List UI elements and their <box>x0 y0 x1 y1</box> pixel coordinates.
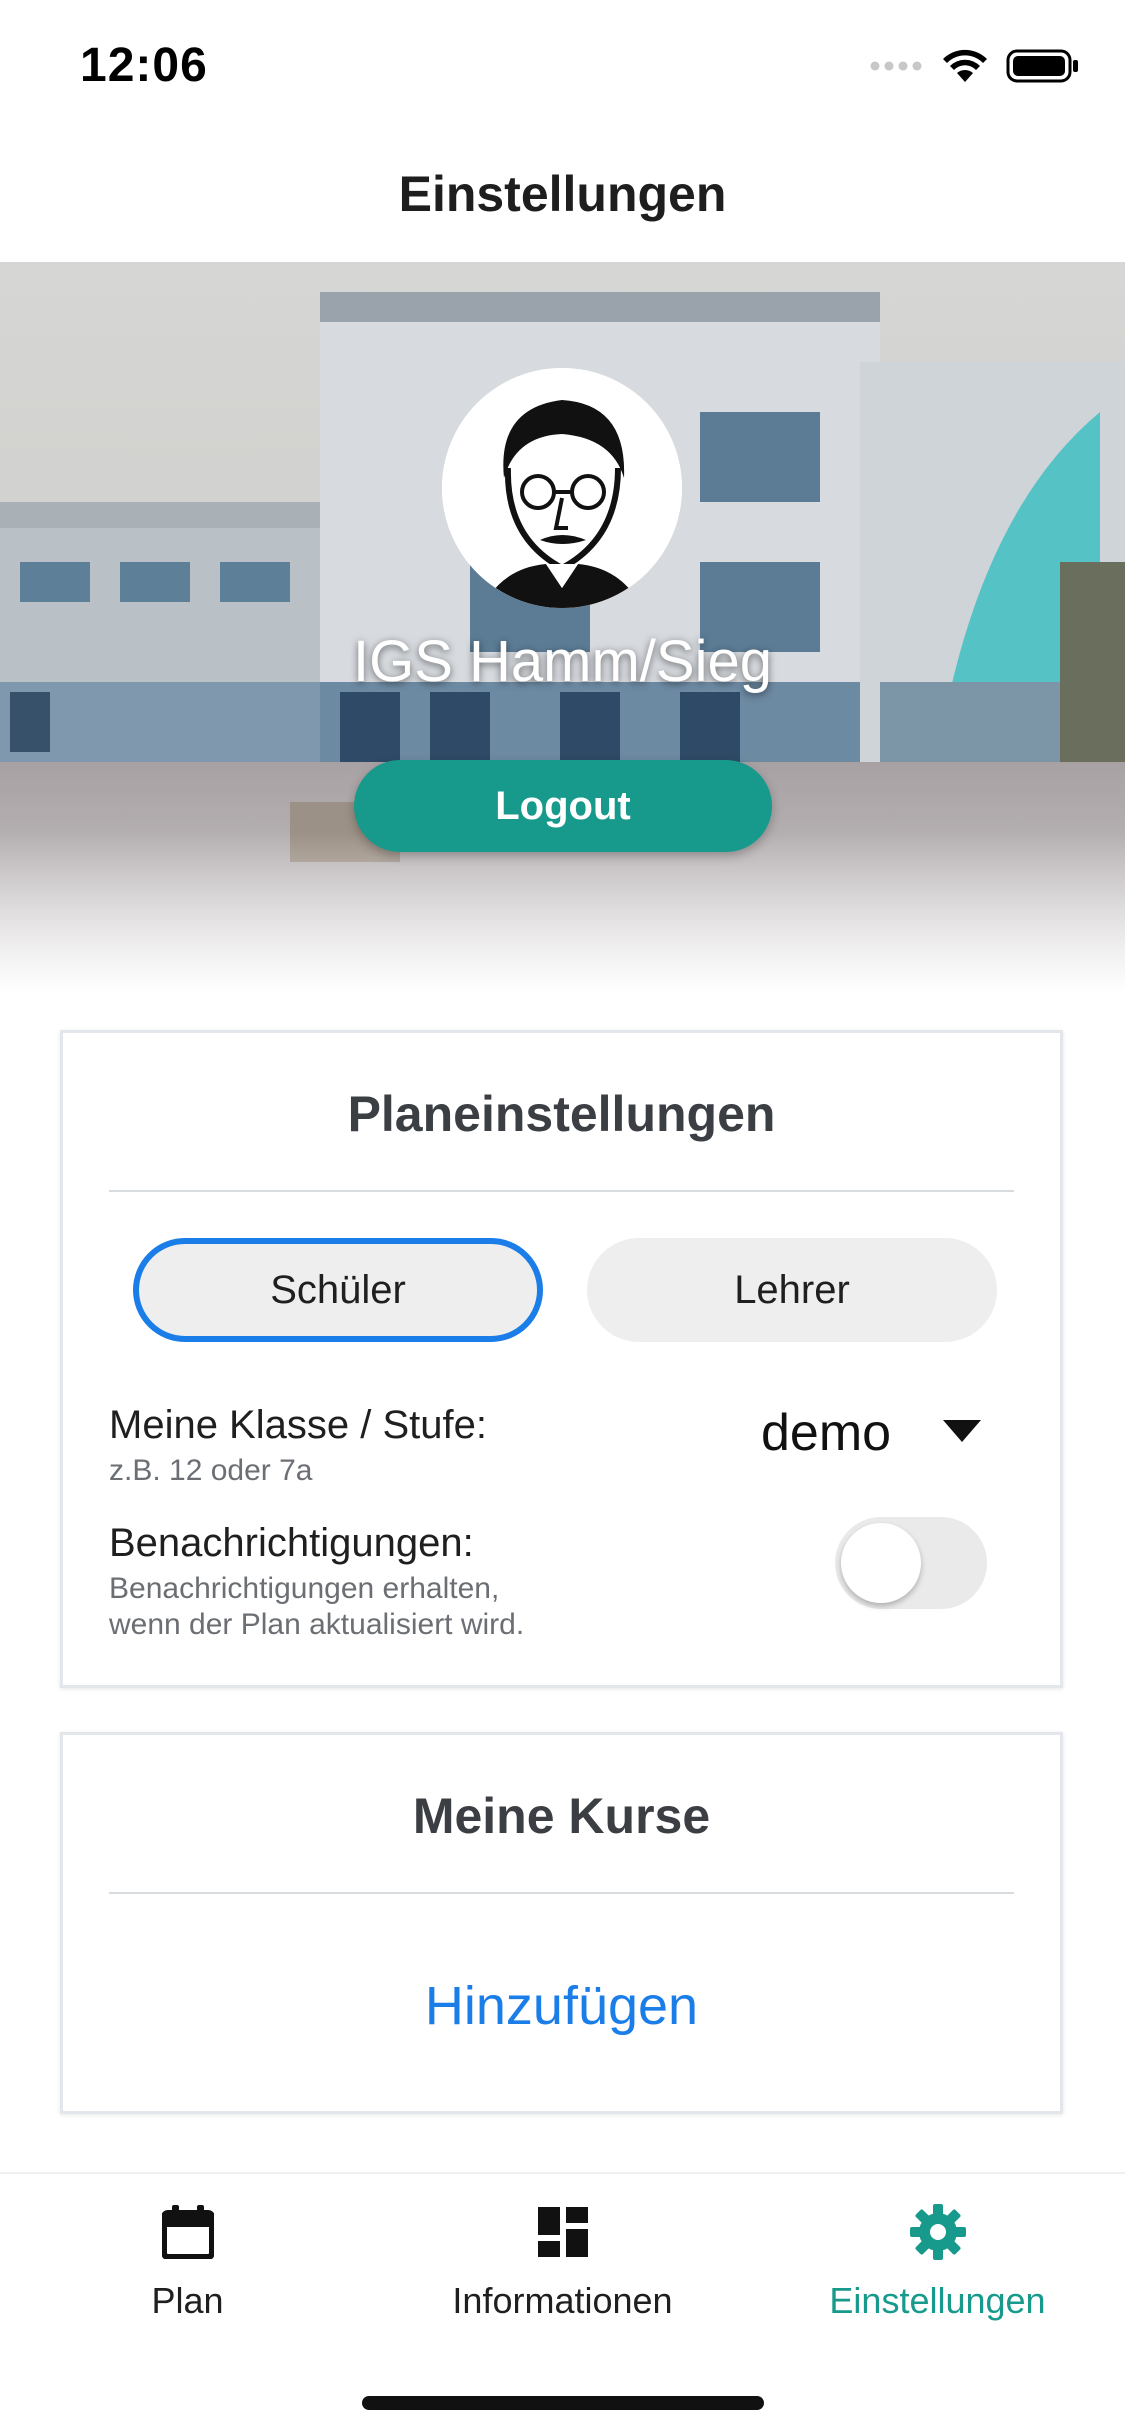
tab-plan[interactable]: Plan <box>0 2202 375 2322</box>
plan-settings-card: Planeinstellungen Schüler Lehrer Meine K… <box>60 1030 1063 1688</box>
status-icons <box>870 48 1080 89</box>
courses-card: Meine Kurse Hinzufügen <box>60 1732 1063 2114</box>
segment-student-button[interactable]: Schüler <box>133 1238 543 1342</box>
wifi-icon <box>942 48 988 89</box>
status-time: 12:06 <box>80 39 208 92</box>
notifications-hint-line1: Benachrichtigungen erhalten, <box>109 1572 500 1605</box>
tab-einstellungen[interactable]: Einstellungen <box>750 2202 1125 2322</box>
tab-informationen[interactable]: Informationen <box>375 2202 750 2322</box>
card-divider <box>109 1892 1014 1894</box>
cellular-signal-icon <box>870 59 924 78</box>
school-logo-avatar <box>442 368 682 608</box>
plan-settings-title: Planeinstellungen <box>347 1086 776 1142</box>
class-select-value: demo <box>761 1404 892 1462</box>
logout-button[interactable]: Logout <box>354 760 772 852</box>
notifications-label: Benachrichtigungen: <box>109 1521 474 1565</box>
school-name: IGS Hamm/Sieg <box>353 629 772 694</box>
segment-teacher-button[interactable]: Lehrer <box>587 1238 997 1342</box>
header-fade <box>0 832 1125 992</box>
portrait-icon <box>442 368 682 608</box>
toggle-knob <box>841 1523 921 1603</box>
navigation-bar: Einstellungen <box>0 132 1125 262</box>
class-label: Meine Klasse / Stufe: <box>109 1403 487 1447</box>
class-select[interactable]: demo <box>761 1403 982 1463</box>
notifications-toggle[interactable] <box>835 1517 987 1609</box>
gear-icon <box>908 2202 968 2262</box>
settings-screen: 12:06 Einstellungen IGS Hamm/Sieg Logout… <box>0 0 1125 2436</box>
add-course-button[interactable]: Hinzufügen <box>63 1975 1060 2037</box>
calendar-icon <box>158 2202 218 2262</box>
tab-einstellungen-label: Einstellungen <box>829 2280 1046 2321</box>
class-hint: z.B. 12 oder 7a <box>109 1454 313 1487</box>
tab-informationen-label: Informationen <box>452 2280 673 2321</box>
home-indicator <box>362 2396 764 2410</box>
dashboard-icon <box>533 2202 593 2262</box>
notifications-hint-line2: wenn der Plan aktualisiert wird. <box>109 1608 525 1641</box>
courses-title: Meine Kurse <box>412 1788 711 1844</box>
tab-plan-label: Plan <box>151 2280 224 2321</box>
dropdown-caret-icon <box>943 1419 982 1447</box>
card-divider <box>109 1190 1014 1192</box>
profile-header: IGS Hamm/Sieg Logout <box>0 262 1125 992</box>
status-bar: 12:06 <box>0 0 1125 132</box>
page-title: Einstellungen <box>398 166 727 222</box>
battery-icon <box>1006 48 1080 89</box>
